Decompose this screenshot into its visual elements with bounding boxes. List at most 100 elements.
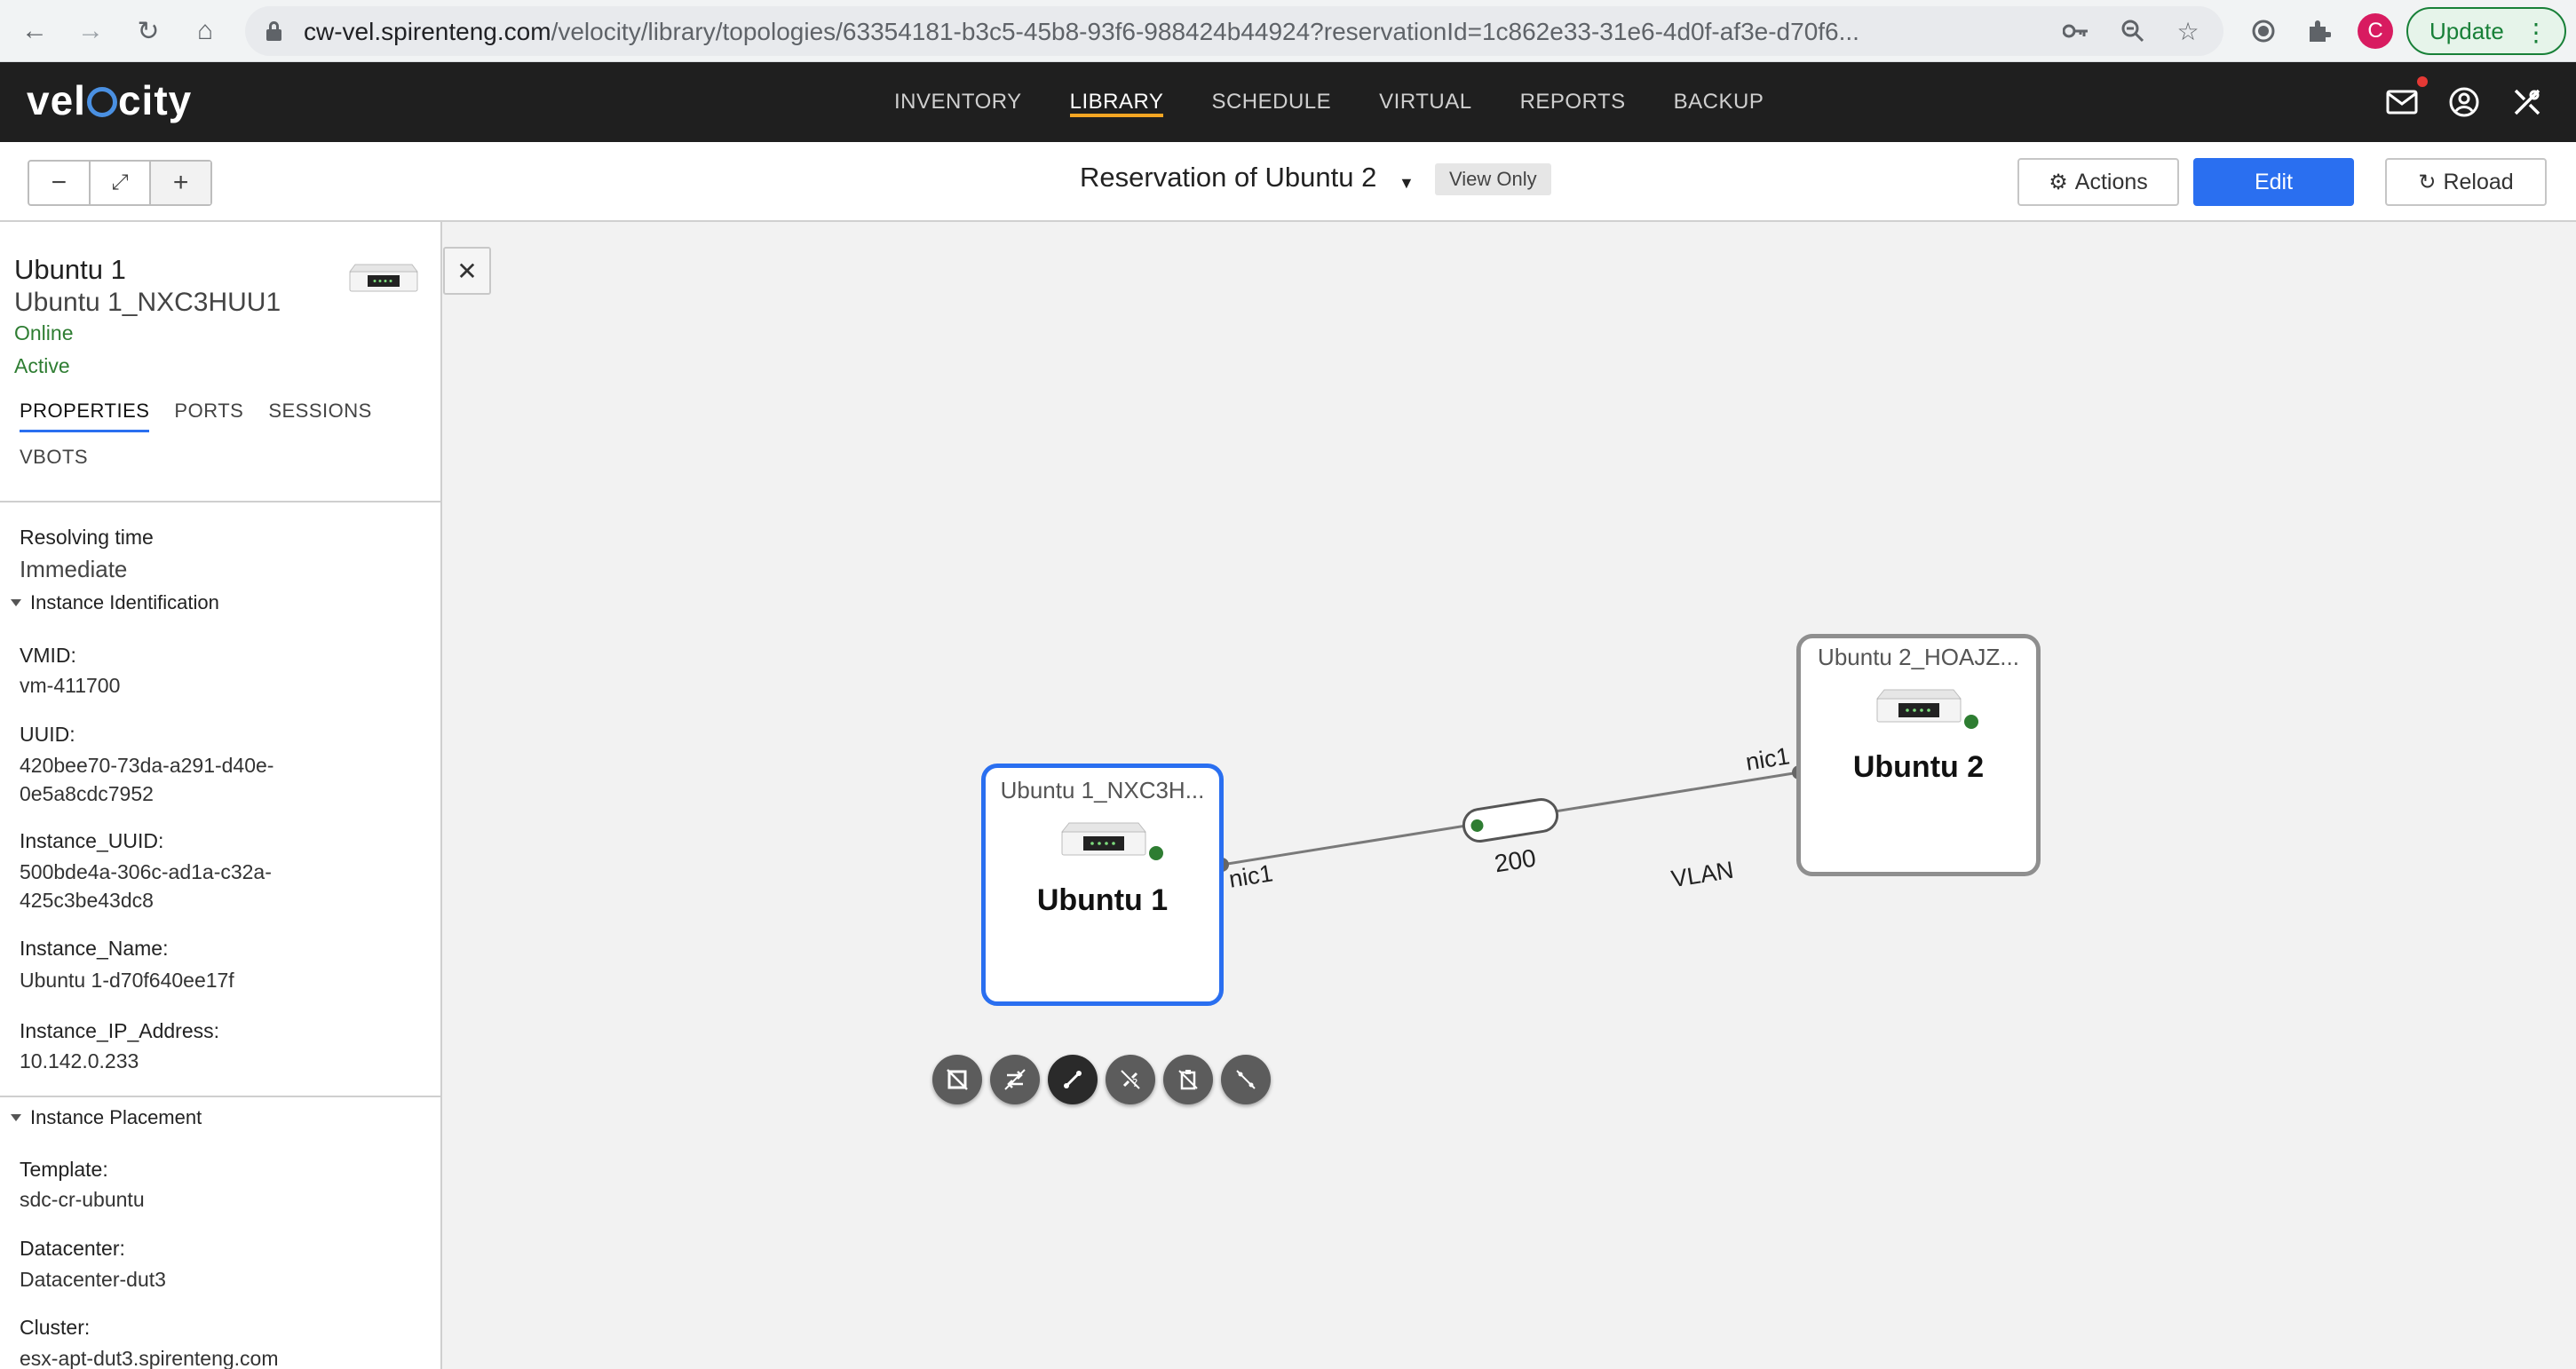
update-label: Update [2429,17,2504,44]
main-nav: INVENTORY LIBRARY SCHEDULE VIRTUAL REPOR… [870,62,1787,142]
datacenter-value: Datacenter-dut3 [20,1268,166,1291]
logo-ring-icon [86,87,117,117]
topology-canvas[interactable]: VLAN 200 nic1 nic1 [442,222,2576,1369]
actions-button[interactable]: ⚙ Actions [2017,158,2179,206]
url-host: cw-vel.spirenteng.com [304,18,551,45]
nav-reports[interactable]: REPORTS [1496,62,1650,142]
node-subtitle: Ubuntu 2_HOAJZ... [1818,644,2019,670]
back-icon[interactable]: ← [15,12,54,51]
mail-icon[interactable] [2383,83,2421,121]
swap-icon[interactable] [990,1055,1040,1104]
topology-node-ubuntu-2[interactable]: Ubuntu 2_HOAJZ... Ubuntu 2 [1796,634,2041,876]
reload-button[interactable]: ↻ Reload [2385,158,2547,206]
tab-sessions[interactable]: SESSIONS [268,400,371,432]
link-icon[interactable] [1048,1055,1098,1104]
url-text[interactable]: cw-vel.spirenteng.com/velocity/library/t… [304,18,2000,46]
forward-icon[interactable]: → [71,12,110,51]
vmid-label: VMID: [20,644,76,667]
uuid-label: UUID: [20,723,75,746]
browser-toolbar: ← → ↻ ⌂ cw-vel.spirenteng.com/velocity/l… [0,0,2576,62]
zoom-out-button[interactable]: − [29,162,91,204]
unlink-icon[interactable]: ? [1106,1055,1155,1104]
instance-uuid-value: 500bde4a-306c-ad1a-c32a- 425c3be43dc8 [20,860,272,912]
tab-vbots[interactable]: VBOTS [20,446,88,469]
template-value: sdc-cr-ubuntu [20,1188,145,1211]
instance-uuid-label: Instance_UUID: [20,829,164,852]
properties-panel: Ubuntu 1 Ubuntu 1_NXC3HUU1 Online Active… [0,222,442,1369]
panel-tabs: PROPERTIES PORTS SESSIONS [20,400,372,432]
server-icon [1875,689,1962,723]
instance-name-value: Ubuntu 1-d70f640ee17f [20,969,234,992]
view-only-badge: View Only [1435,163,1551,195]
url-path: /velocity/library/topologies/63354181-b3… [551,18,1859,45]
tab-properties[interactable]: PROPERTIES [20,400,150,432]
puzzle-icon[interactable] [2301,13,2336,49]
server-icon [1060,822,1147,856]
node-action-bar: ? [932,1055,1271,1104]
zoom-in-button[interactable]: + [151,162,211,204]
clipboard-icon[interactable] [1163,1055,1213,1104]
node-status-dot [1964,715,1978,729]
disconnect-icon[interactable] [1221,1055,1271,1104]
resolving-time-value: Immediate [20,556,128,582]
nav-inventory[interactable]: INVENTORY [870,62,1046,142]
section-instance-identification[interactable]: Instance Identification [11,591,219,614]
logo-text-end: city [117,77,193,123]
crop-icon[interactable] [932,1055,982,1104]
instance-ip-value: 10.142.0.233 [20,1049,139,1072]
topology-node-ubuntu-1[interactable]: Ubuntu 1_NXC3H... Ubuntu 1 [981,764,1224,1006]
device-instance-name: Ubuntu 1_NXC3HUU1 [14,288,281,317]
device-server-icon [349,264,418,292]
panel-divider [0,501,440,502]
status-online: Online [14,321,74,344]
status-active: Active [14,354,70,377]
nav-backup[interactable]: BACKUP [1650,62,1788,142]
topology-links [1215,765,1806,872]
update-button[interactable]: Update ⋮ [2406,7,2566,55]
key-icon[interactable] [2060,15,2092,47]
device-name: Ubuntu 1 [14,254,126,285]
instance-ip-label: Instance_IP_Address: [20,1019,220,1042]
tab-ports[interactable]: PORTS [174,400,243,432]
fit-to-screen-button[interactable]: ⤢ [91,162,152,204]
address-bar[interactable]: cw-vel.spirenteng.com/velocity/library/t… [245,6,2223,56]
notification-dot [2417,76,2428,87]
app-header: vel city INVENTORY LIBRARY SCHEDULE VIRTU… [0,62,2576,142]
reload-icon[interactable]: ↻ [129,12,168,51]
zoom-controls: − ⤢ + [28,160,212,206]
home-icon[interactable]: ⌂ [186,12,225,51]
reservation-title[interactable]: Reservation of Ubuntu 2 [1080,162,1376,194]
nav-library[interactable]: LIBRARY [1046,62,1188,142]
close-panel-button[interactable]: ✕ [443,247,491,295]
node-status-dot [1149,846,1163,860]
cluster-label: Cluster: [20,1316,91,1339]
refresh-icon: ↻ [2418,170,2437,194]
caret-down-icon[interactable]: ▼ [1399,174,1415,193]
more-vert-icon[interactable]: ⋮ [2524,18,2548,47]
tools-icon[interactable] [2509,83,2546,121]
node-title: Ubuntu 2 [1852,750,1985,784]
extension-circle-icon[interactable] [2246,13,2281,49]
nav-virtual[interactable]: VIRTUAL [1355,62,1495,142]
section-instance-placement[interactable]: Instance Placement [11,1106,202,1129]
instance-name-label: Instance_Name: [20,937,169,960]
zoom-icon[interactable] [2117,15,2149,47]
lock-icon[interactable] [266,21,281,41]
bookmark-star-icon[interactable]: ☆ [2172,15,2204,47]
edit-button[interactable]: Edit [2193,158,2354,206]
reload-label: Reload [2443,169,2514,194]
datacenter-label: Datacenter: [20,1237,125,1260]
template-label: Template: [20,1158,108,1181]
nav-schedule[interactable]: SCHEDULE [1187,62,1355,142]
topology-toolbar: − ⤢ + Reservation of Ubuntu 2 ▼ View Onl… [0,142,2576,222]
collapse-triangle-icon [11,1114,21,1121]
vlan-pill[interactable] [1462,797,1559,843]
actions-label: Actions [2074,169,2148,194]
resolving-time-label: Resolving time [20,526,154,549]
velocity-logo[interactable]: vel city [27,76,192,124]
node-title: Ubuntu 1 [1036,883,1169,917]
profile-avatar[interactable]: C [2358,13,2393,49]
node-subtitle: Ubuntu 1_NXC3H... [1000,777,1205,803]
cluster-value: esx-apt-dut3.spirenteng.com [20,1347,279,1369]
user-account-icon[interactable] [2445,83,2483,121]
